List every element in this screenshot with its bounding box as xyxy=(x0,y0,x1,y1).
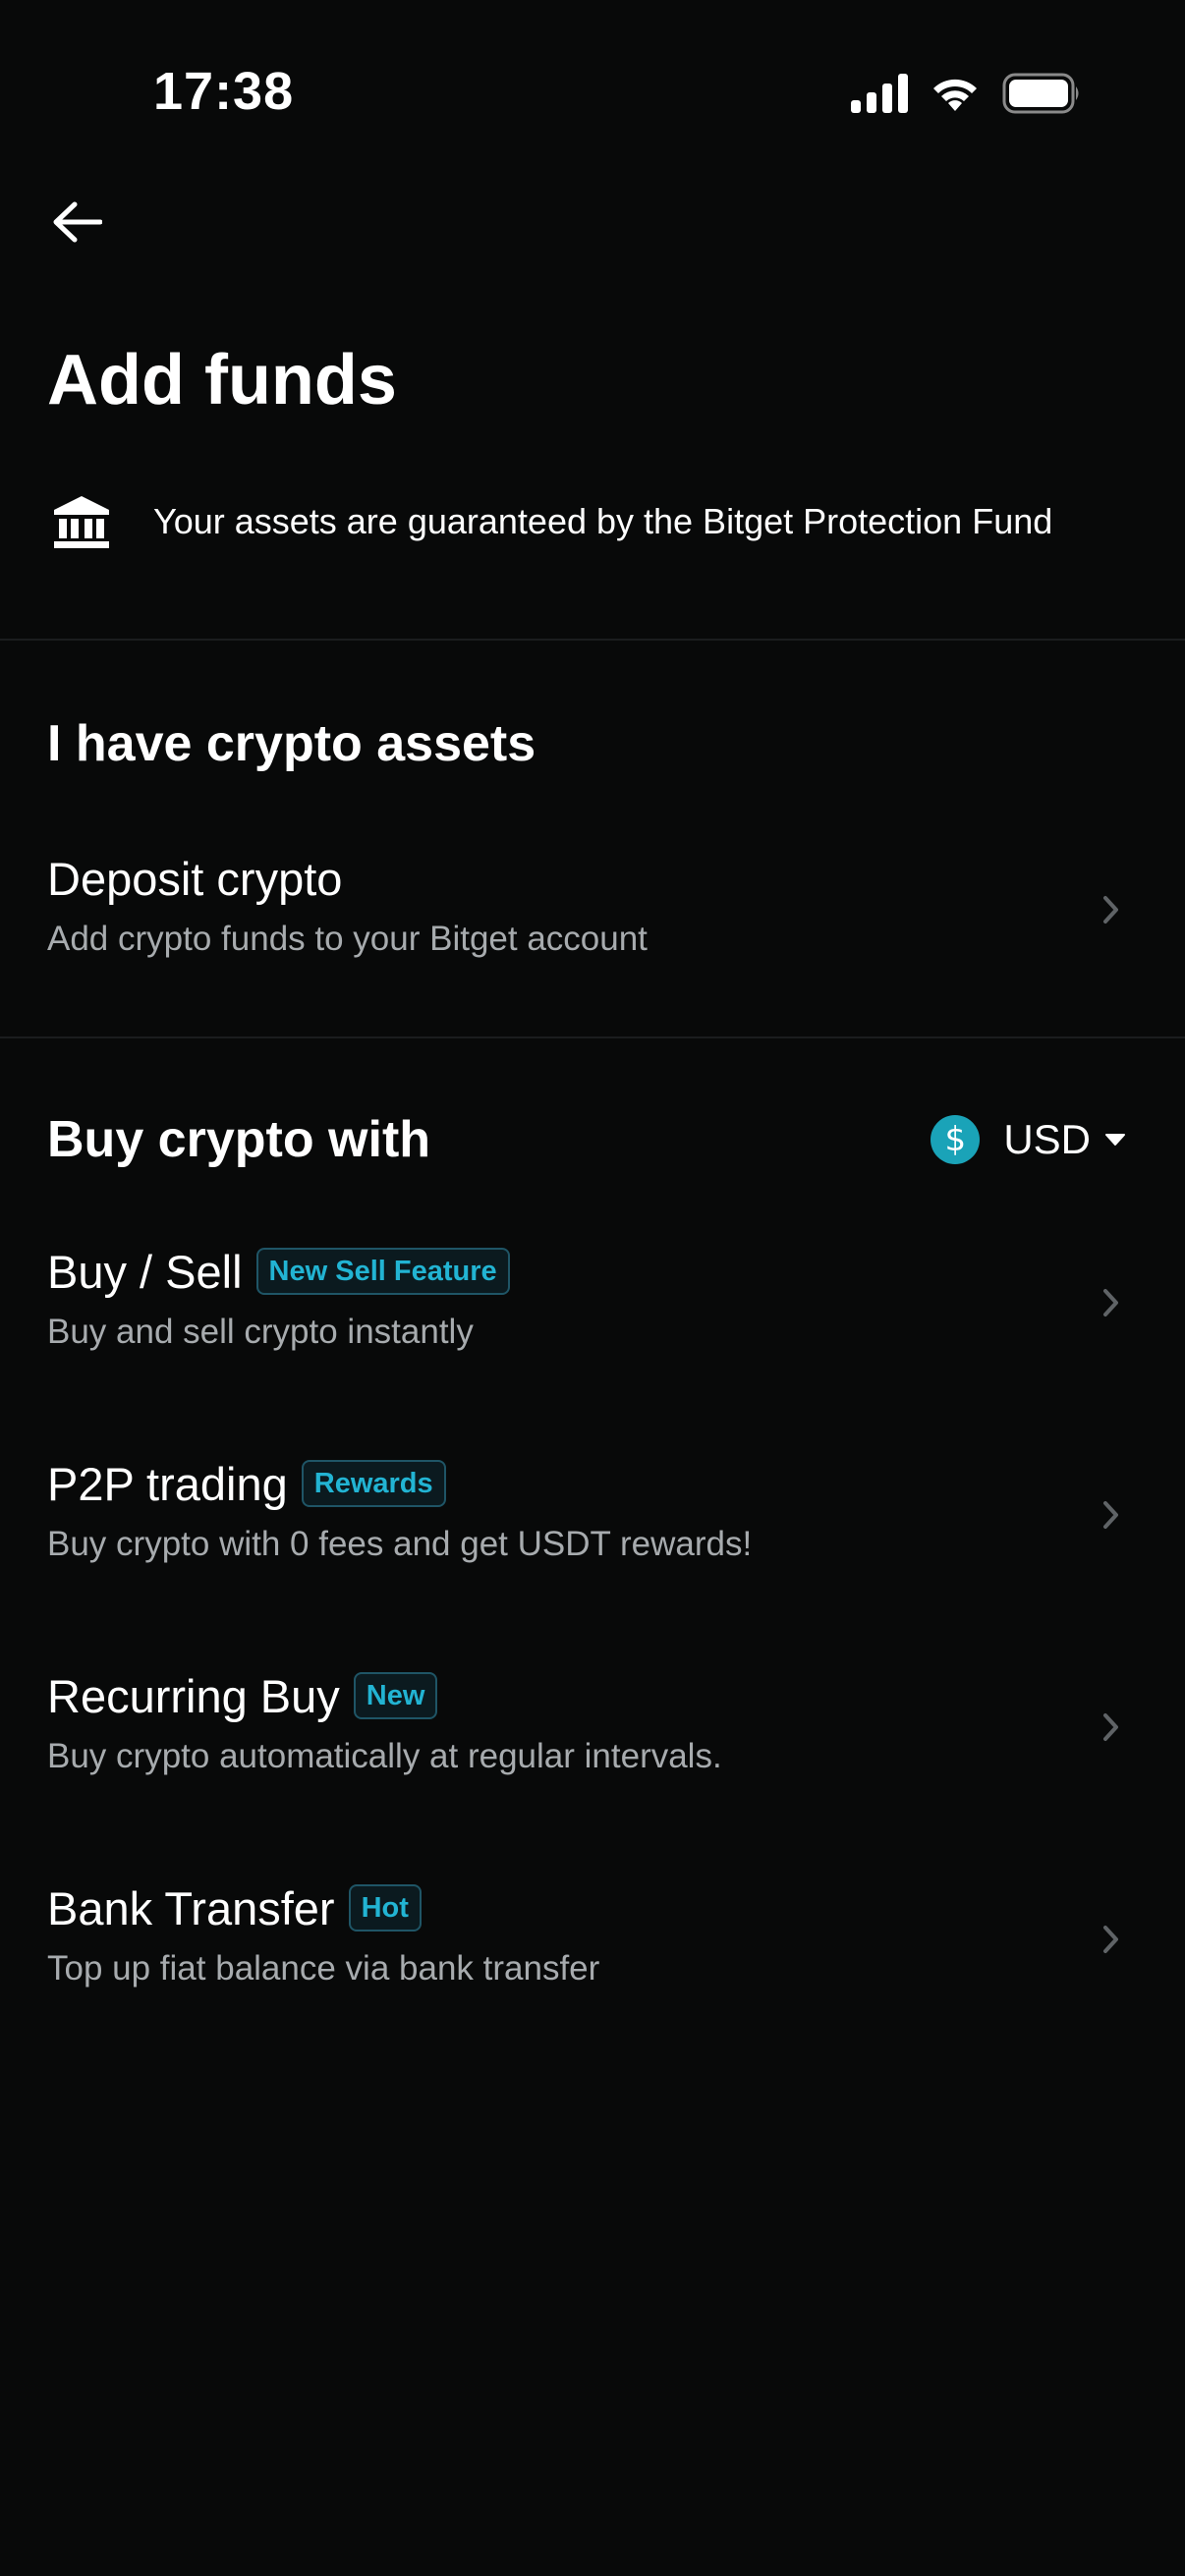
protection-notice: Your assets are guaranteed by the Bitget… xyxy=(47,487,1138,556)
deposit-crypto-title: Deposit crypto xyxy=(47,852,343,905)
recurring-buy-subtitle: Buy crypto automatically at regular inte… xyxy=(47,1737,722,1775)
section-divider xyxy=(0,639,1185,641)
chevron-right-icon xyxy=(1097,1495,1126,1535)
deposit-crypto-row[interactable]: Deposit crypto Add crypto funds to your … xyxy=(0,847,1185,1004)
protection-notice-text: Your assets are guaranteed by the Bitget… xyxy=(153,501,1053,541)
hot-badge: Hot xyxy=(348,1884,422,1932)
bank-transfer-row[interactable]: Bank Transfer Hot Top up fiat balance vi… xyxy=(0,1876,1185,2034)
recurring-buy-row[interactable]: Recurring Buy New Buy crypto automatical… xyxy=(0,1664,1185,1821)
chevron-right-icon xyxy=(1097,1920,1126,1959)
signal-icon xyxy=(851,73,908,118)
crypto-section-title: I have crypto assets xyxy=(47,715,536,772)
status-bar: 17:38 xyxy=(0,0,1185,177)
chevron-right-icon xyxy=(1097,1283,1126,1322)
dollar-coin-icon: $ xyxy=(931,1115,981,1164)
recurring-buy-title: Recurring Buy xyxy=(47,1669,340,1722)
section-divider xyxy=(0,1036,1185,1038)
buy-section-title: Buy crypto with xyxy=(47,1111,431,1168)
currency-label: USD xyxy=(1003,1116,1091,1162)
p2p-trading-title: P2P trading xyxy=(47,1457,288,1510)
battery-icon xyxy=(1002,73,1081,119)
new-badge: New xyxy=(353,1672,438,1719)
status-icons xyxy=(851,71,1081,120)
caret-down-icon xyxy=(1104,1132,1126,1148)
row-title-line: Deposit crypto xyxy=(47,847,342,910)
buy-sell-row[interactable]: Buy / Sell New Sell Feature Buy and sell… xyxy=(0,1240,1185,1397)
bank-icon xyxy=(47,487,116,556)
p2p-trading-row[interactable]: P2P trading Rewards Buy crypto with 0 fe… xyxy=(0,1452,1185,1609)
new-sell-feature-badge: New Sell Feature xyxy=(255,1248,510,1295)
chevron-right-icon xyxy=(1097,1708,1126,1747)
row-title-line: Bank Transfer Hot xyxy=(47,1876,422,1939)
row-title-line: P2P trading Rewards xyxy=(47,1452,446,1515)
p2p-trading-subtitle: Buy crypto with 0 fees and get USDT rewa… xyxy=(47,1525,753,1563)
bank-transfer-title: Bank Transfer xyxy=(47,1881,335,1934)
row-title-line: Recurring Buy New xyxy=(47,1664,438,1727)
wifi-icon xyxy=(930,74,981,118)
buy-sell-title: Buy / Sell xyxy=(47,1245,243,1298)
page-title: Add funds xyxy=(47,341,397,420)
buy-sell-subtitle: Buy and sell crypto instantly xyxy=(47,1313,474,1351)
rewards-badge: Rewards xyxy=(301,1460,446,1507)
deposit-crypto-subtitle: Add crypto funds to your Bitget account xyxy=(47,920,648,958)
back-button[interactable] xyxy=(43,193,110,255)
bank-transfer-subtitle: Top up fiat balance via bank transfer xyxy=(47,1949,600,1988)
currency-selector[interactable]: $ USD xyxy=(931,1110,1126,1169)
row-title-line: Buy / Sell New Sell Feature xyxy=(47,1240,510,1303)
chevron-right-icon xyxy=(1097,890,1126,929)
status-time: 17:38 xyxy=(153,62,295,121)
back-arrow-icon xyxy=(51,200,103,249)
